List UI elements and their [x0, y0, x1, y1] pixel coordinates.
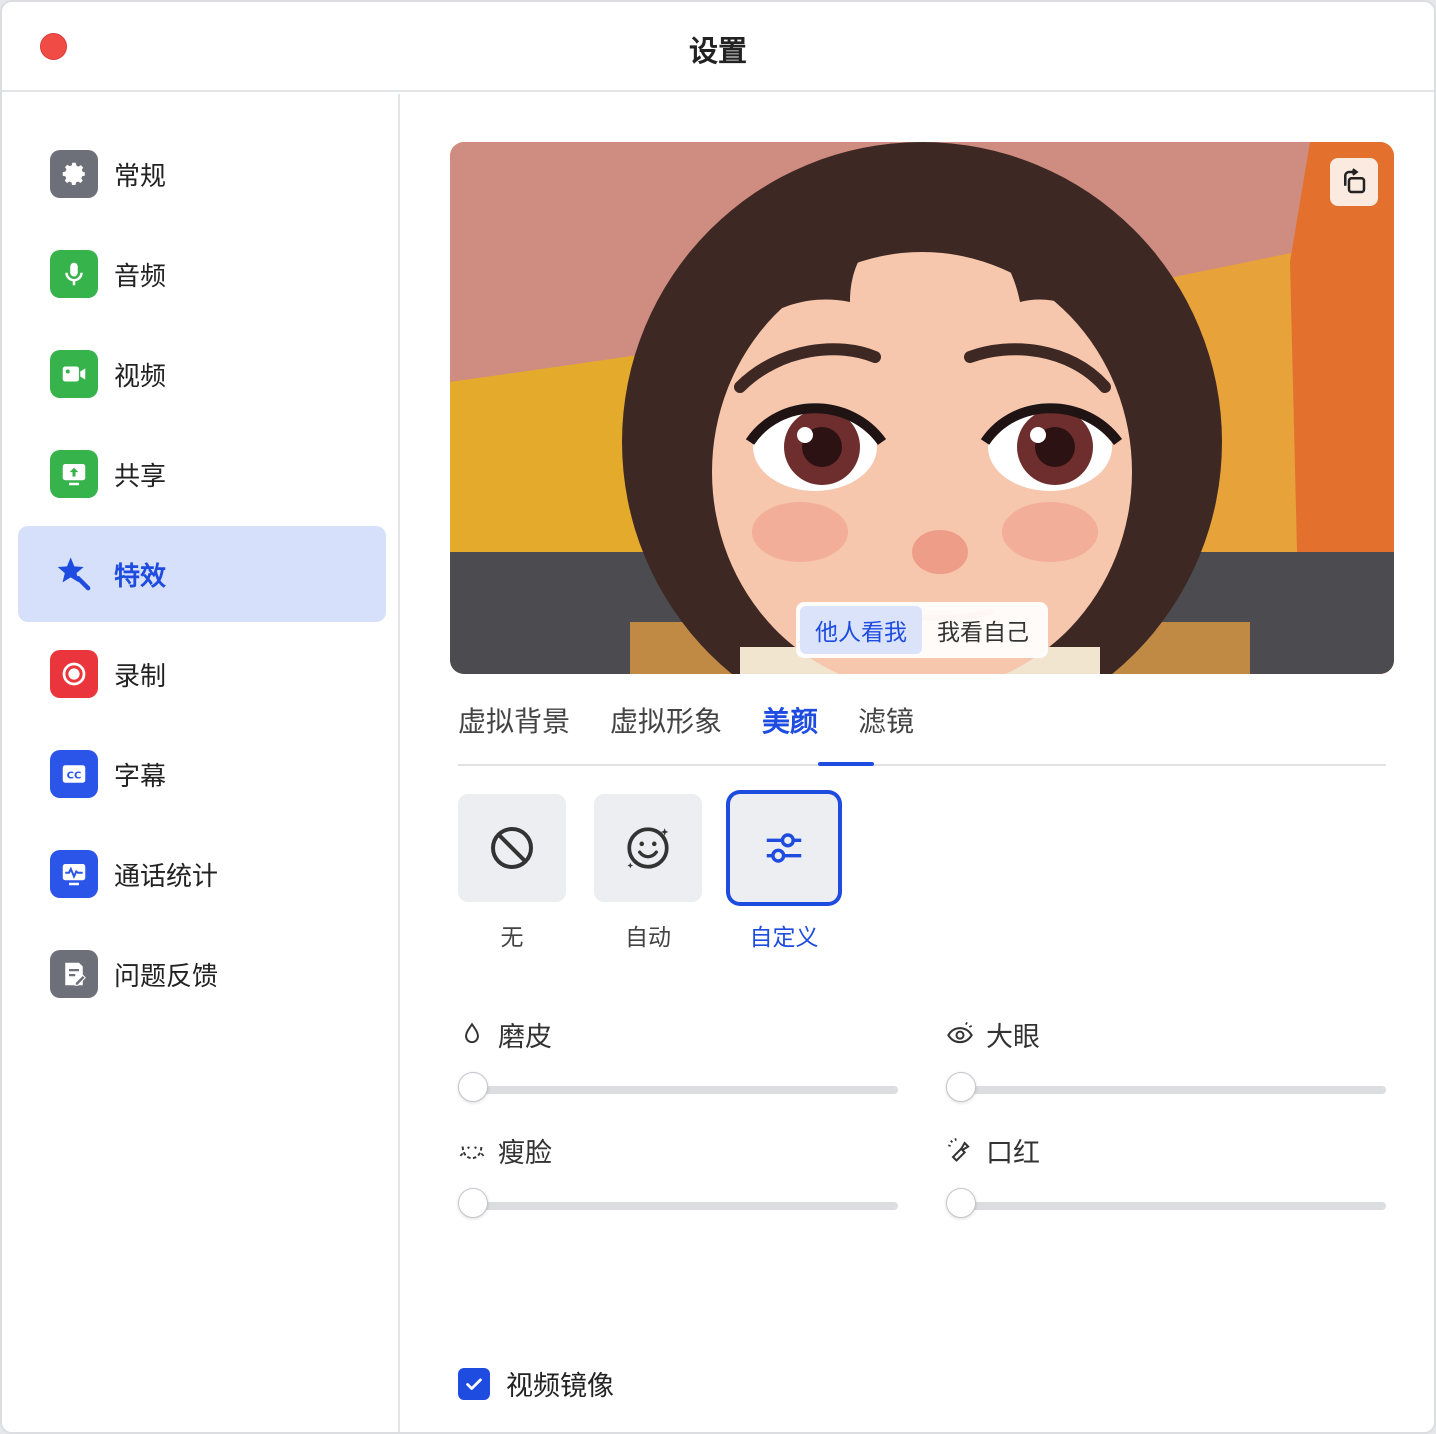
slider-big-eyes: 大眼: [946, 1014, 1386, 1104]
mirror-video-option[interactable]: 视频镜像: [458, 1364, 614, 1403]
sidebar-item-label: 视频: [114, 362, 167, 392]
active-tab-indicator: [818, 762, 874, 766]
statistics-icon: [50, 850, 98, 898]
preset-none[interactable]: 无: [458, 794, 566, 952]
slider-label: 大眼: [986, 1021, 1040, 1053]
gear-icon: [50, 150, 98, 198]
slider-track[interactable]: [960, 1202, 1386, 1210]
view-others-see-me[interactable]: 他人看我: [800, 606, 922, 654]
slider-label: 口红: [986, 1137, 1040, 1169]
settings-window: 设置 常规 音频 视频 共享 特效 录制 CC 字幕 通话统计 问题反馈 他人看…: [0, 0, 1436, 1434]
eye-icon: [946, 1020, 974, 1048]
tab-beauty[interactable]: 美颜: [762, 700, 818, 740]
sidebar-item-label: 通话统计: [114, 862, 219, 892]
view-mode-toggle: 他人看我 我看自己: [796, 602, 1048, 658]
slider-track[interactable]: [472, 1202, 898, 1210]
window-title: 设置: [688, 34, 747, 68]
slider-label: 瘦脸: [498, 1137, 552, 1169]
slider-thumb[interactable]: [946, 1188, 976, 1218]
lipstick-icon: [946, 1136, 974, 1164]
sidebar-item-label: 特效: [114, 562, 167, 592]
feedback-icon: [50, 950, 98, 998]
slider-track[interactable]: [472, 1086, 898, 1094]
tab-avatar[interactable]: 虚拟形象: [610, 700, 722, 740]
sidebar-item-label: 录制: [114, 662, 167, 692]
preset-label: 无: [500, 925, 524, 951]
preset-custom-tile[interactable]: [730, 794, 838, 902]
slider-thumb[interactable]: [458, 1072, 488, 1102]
sidebar-item-label: 字幕: [114, 762, 167, 792]
sidebar-item-label: 问题反馈: [114, 962, 219, 992]
rotate-camera-button[interactable]: [1330, 158, 1378, 206]
svg-text:CC: CC: [67, 770, 82, 781]
magic-star-icon: [50, 550, 98, 598]
microphone-icon: [50, 250, 98, 298]
sidebar-item-share[interactable]: 共享: [18, 426, 386, 522]
video-camera-icon: [50, 350, 98, 398]
tab-virtual-background[interactable]: 虚拟背景: [458, 700, 570, 740]
sidebar-item-label: 音频: [114, 262, 167, 292]
sidebar: 常规 音频 视频 共享 特效 录制 CC 字幕 通话统计 问题反馈: [2, 94, 400, 1432]
sidebar-item-feedback[interactable]: 问题反馈: [18, 926, 386, 1022]
slider-track[interactable]: [960, 1086, 1386, 1094]
slider-smoothing: 磨皮: [458, 1014, 898, 1104]
share-screen-icon: [50, 450, 98, 498]
sidebar-item-video[interactable]: 视频: [18, 326, 386, 422]
preset-custom[interactable]: 自定义: [730, 794, 838, 952]
record-icon: [50, 650, 98, 698]
effects-tabs: 虚拟背景 虚拟形象 美颜 滤镜: [458, 694, 1386, 766]
face-slim-icon: [458, 1136, 486, 1164]
sidebar-item-recording[interactable]: 录制: [18, 626, 386, 722]
droplet-icon: [458, 1020, 486, 1048]
title-bar: 设置: [2, 2, 1434, 92]
mirror-video-label: 视频镜像: [506, 1371, 614, 1402]
none-icon: [491, 827, 533, 869]
sidebar-item-general[interactable]: 常规: [18, 126, 386, 222]
preset-label: 自定义: [749, 925, 819, 951]
effects-panel: 他人看我 我看自己 虚拟背景 虚拟形象 美颜 滤镜 无 自动 自定义 磨皮 大眼…: [402, 94, 1434, 1432]
slider-thumb[interactable]: [458, 1188, 488, 1218]
view-i-see-myself[interactable]: 我看自己: [922, 606, 1044, 654]
preset-auto[interactable]: 自动: [594, 794, 702, 952]
slider-thumb[interactable]: [946, 1072, 976, 1102]
tab-filters[interactable]: 滤镜: [858, 700, 914, 740]
sidebar-item-label: 共享: [114, 462, 167, 492]
sidebar-item-effects[interactable]: 特效: [18, 526, 386, 622]
slider-label: 磨皮: [498, 1021, 552, 1053]
sliders-icon: [766, 833, 802, 863]
preset-auto-tile[interactable]: [594, 794, 702, 902]
cc-icon: CC: [50, 750, 98, 798]
avatar-preview-image: [450, 142, 1394, 674]
sidebar-item-captions[interactable]: CC 字幕: [18, 726, 386, 822]
mirror-video-checkbox[interactable]: [458, 1367, 490, 1400]
sidebar-item-label: 常规: [114, 162, 167, 192]
smiley-sparkle-icon: [627, 827, 669, 869]
slider-lipstick: 口红: [946, 1130, 1386, 1220]
slider-slim-face: 瘦脸: [458, 1130, 898, 1220]
sidebar-item-audio[interactable]: 音频: [18, 226, 386, 322]
rotate-icon: [1344, 168, 1366, 194]
preset-none-tile[interactable]: [458, 794, 566, 902]
checkmark-icon: [466, 1378, 482, 1390]
sidebar-item-statistics[interactable]: 通话统计: [18, 826, 386, 922]
preset-label: 自动: [625, 925, 671, 951]
video-preview: 他人看我 我看自己: [450, 142, 1394, 674]
